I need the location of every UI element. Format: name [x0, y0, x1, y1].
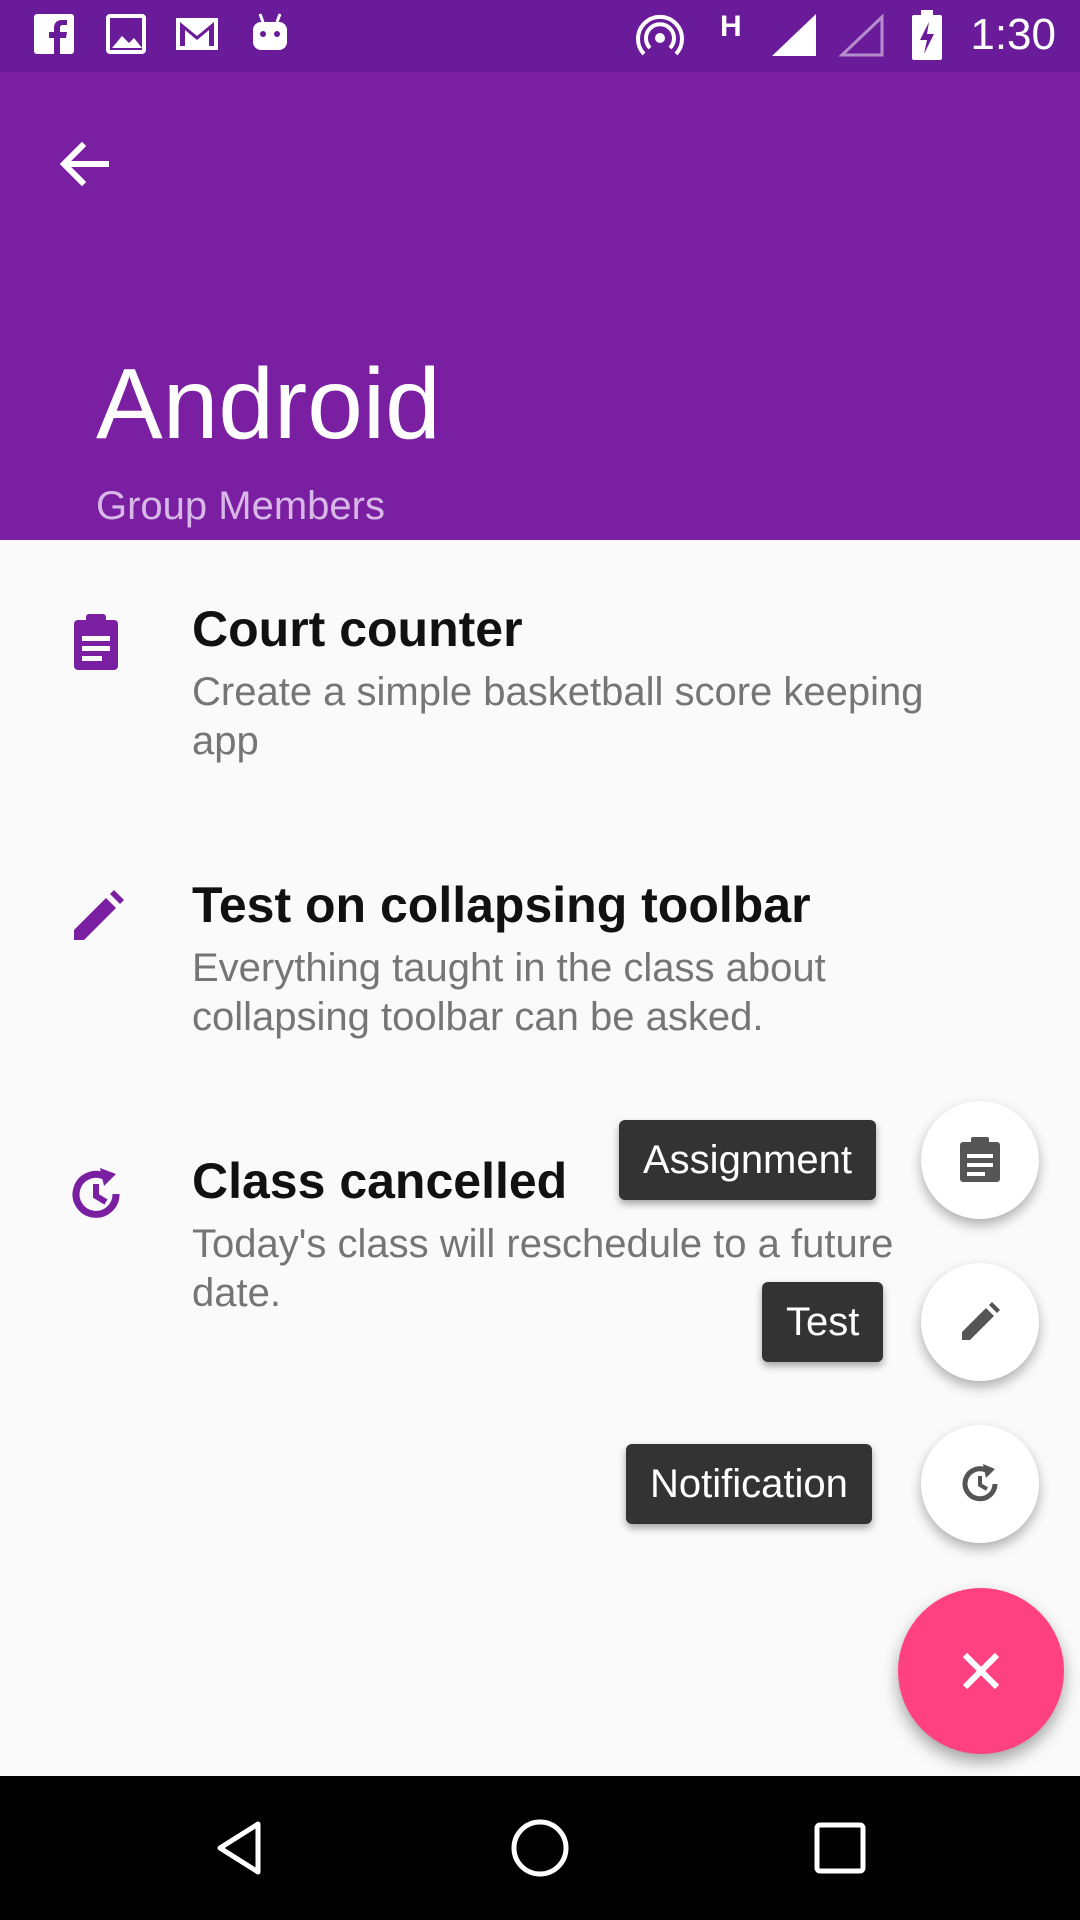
list-item[interactable]: Court counter Create a simple basketball… — [0, 590, 1080, 790]
back-triangle-icon — [217, 1821, 261, 1875]
facebook-icon — [34, 12, 74, 61]
signal-full-icon — [770, 12, 818, 63]
arrow-back-icon — [59, 141, 109, 187]
page-title: Android — [96, 348, 441, 460]
notification-fab-label[interactable]: Notification — [626, 1444, 872, 1524]
item-title: Class cancelled — [192, 1153, 568, 1209]
status-bar: H 1:30 — [0, 0, 1080, 72]
pencil-icon — [962, 1302, 1000, 1340]
gmail-icon — [174, 12, 220, 61]
restore-icon — [64, 1162, 128, 1226]
collapsing-toolbar: Android Group Members — [0, 72, 1080, 540]
test-fab[interactable] — [921, 1263, 1039, 1381]
network-h-icon: H — [720, 10, 742, 43]
nav-home-button[interactable] — [484, 1792, 596, 1904]
notification-fab[interactable] — [921, 1425, 1039, 1543]
page-subtitle: Group Members — [96, 484, 385, 528]
assignment-fab-label[interactable]: Assignment — [619, 1120, 876, 1200]
android-icon — [250, 12, 290, 61]
item-title: Test on collapsing toolbar — [192, 877, 811, 933]
status-clock: 1:30 — [970, 10, 1056, 59]
home-circle-icon — [511, 1819, 569, 1877]
close-fab[interactable] — [898, 1588, 1064, 1754]
item-description: Everything taught in the class about col… — [192, 946, 826, 1039]
signal-empty-icon — [838, 12, 886, 63]
item-description: Create a simple basketball score keeping… — [192, 670, 924, 763]
hotspot-icon — [636, 12, 684, 65]
item-title: Court counter — [192, 601, 523, 657]
back-button[interactable] — [36, 116, 132, 212]
list-item[interactable]: Class cancelled Today's class will resch… — [0, 1142, 1080, 1342]
navigation-bar — [0, 1776, 1080, 1920]
recents-square-icon — [814, 1822, 866, 1874]
list-item[interactable]: Test on collapsing toolbar Everything ta… — [0, 866, 1080, 1066]
nav-recents-button[interactable] — [784, 1792, 896, 1904]
assignment-fab[interactable] — [921, 1101, 1039, 1219]
pencil-icon — [64, 886, 128, 950]
test-fab-label[interactable]: Test — [762, 1282, 884, 1362]
battery-charging-icon — [910, 10, 944, 67]
restore-icon — [962, 1464, 998, 1502]
clipboard-icon — [960, 1137, 1000, 1182]
close-icon — [962, 1652, 1000, 1690]
gallery-icon — [106, 12, 146, 61]
clipboard-icon — [64, 610, 128, 674]
nav-back-button[interactable] — [184, 1792, 296, 1904]
